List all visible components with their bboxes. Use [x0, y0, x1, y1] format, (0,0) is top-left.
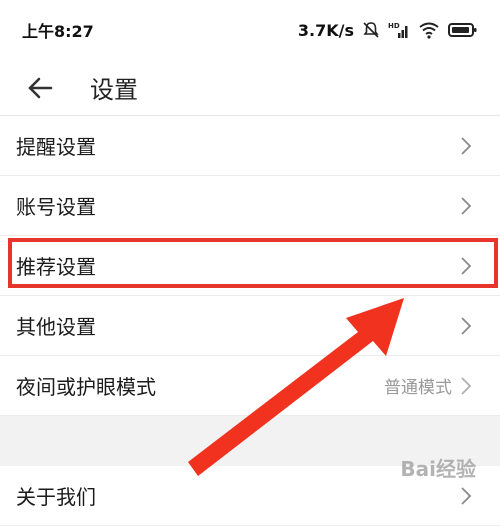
status-time: 上午8:27	[22, 22, 94, 41]
app-header: 设置	[0, 60, 500, 116]
wifi-icon	[419, 22, 439, 39]
svg-text:HD: HD	[388, 22, 400, 30]
chevron-right-icon	[461, 486, 472, 505]
settings-item-label: 提醒设置	[16, 135, 96, 159]
night-mode-value: 普通模式	[384, 378, 452, 398]
watermark: Bai经验	[400, 457, 476, 481]
page-title: 设置	[90, 76, 138, 104]
battery-icon	[448, 23, 477, 37]
settings-item-other[interactable]: 其他设置	[0, 296, 500, 356]
settings-item-label: 关于我们	[16, 485, 96, 509]
hd-signal-icon: HD	[388, 22, 408, 38]
settings-item-reminder[interactable]: 提醒设置	[0, 116, 500, 176]
chevron-right-icon	[461, 316, 472, 335]
chevron-right-icon	[461, 136, 472, 155]
settings-item-account[interactable]: 账号设置	[0, 176, 500, 236]
settings-item-label: 账号设置	[16, 195, 96, 219]
status-bar: 上午8:27 3.7K/s HD	[0, 0, 500, 60]
chevron-right-icon	[461, 376, 472, 395]
settings-item-label: 夜间或护眼模式	[16, 375, 156, 399]
settings-item-label: 其他设置	[16, 315, 96, 339]
settings-item-night-mode[interactable]: 夜间或护眼模式 普通模式	[0, 356, 500, 416]
network-speed: 3.7K/s	[297, 20, 354, 40]
back-button[interactable]	[0, 60, 80, 116]
mute-icon	[363, 22, 379, 38]
arrow-left-icon	[28, 77, 53, 98]
chevron-right-icon	[461, 196, 472, 215]
highlight-box	[8, 238, 498, 288]
